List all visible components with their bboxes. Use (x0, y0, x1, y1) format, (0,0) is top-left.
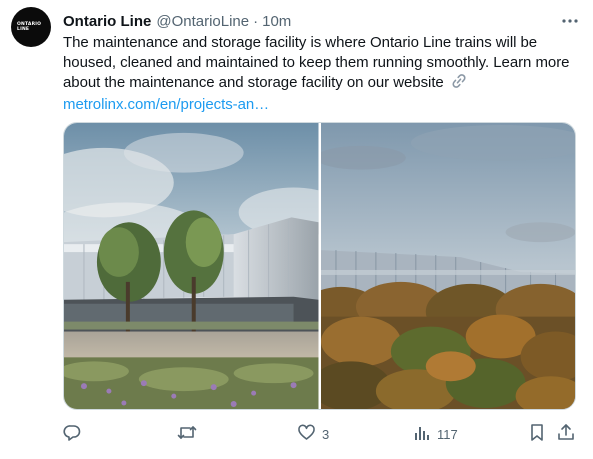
timestamp[interactable]: 10m (262, 13, 291, 30)
reply-icon (63, 423, 82, 445)
rendering-facility-behind-forest (320, 123, 575, 409)
views-count: 117 (437, 426, 458, 442)
user-handle[interactable]: @OntarioLine (156, 13, 249, 30)
like-count: 3 (322, 426, 330, 442)
avatar-text-line2: LINE (17, 27, 30, 32)
retweet-icon (177, 423, 197, 445)
views-icon (413, 424, 431, 445)
media-image-1[interactable] (64, 123, 319, 409)
tweet-link[interactable]: metrolinx.com/en/projects-an… (63, 96, 269, 113)
reply-button[interactable] (63, 423, 88, 445)
like-button[interactable]: 3 (297, 423, 329, 445)
display-name[interactable]: Ontario Line (63, 13, 151, 30)
link-icon (450, 73, 468, 95)
views-button[interactable]: 117 (413, 424, 458, 445)
media-grid (63, 122, 576, 410)
media-image-2[interactable] (320, 123, 575, 409)
tweet-text: The maintenance and storage facility is … (63, 33, 583, 115)
rendering-facility-with-trees (64, 123, 319, 409)
share-icon (557, 423, 575, 445)
more-options-icon[interactable] (561, 12, 579, 30)
retweet-button[interactable] (177, 423, 203, 445)
avatar[interactable]: ONTARIO LINE (11, 7, 51, 47)
tweet-actions: 3 117 (63, 423, 579, 445)
heart-icon (297, 423, 316, 445)
share-button[interactable] (557, 423, 575, 445)
bookmark-button[interactable] (529, 423, 545, 445)
bookmark-icon (529, 423, 545, 445)
tweet-header: Ontario Line @OntarioLine · 10m (63, 11, 579, 31)
tweet-body: The maintenance and storage facility is … (63, 34, 570, 91)
separator-dot: · (253, 12, 259, 30)
